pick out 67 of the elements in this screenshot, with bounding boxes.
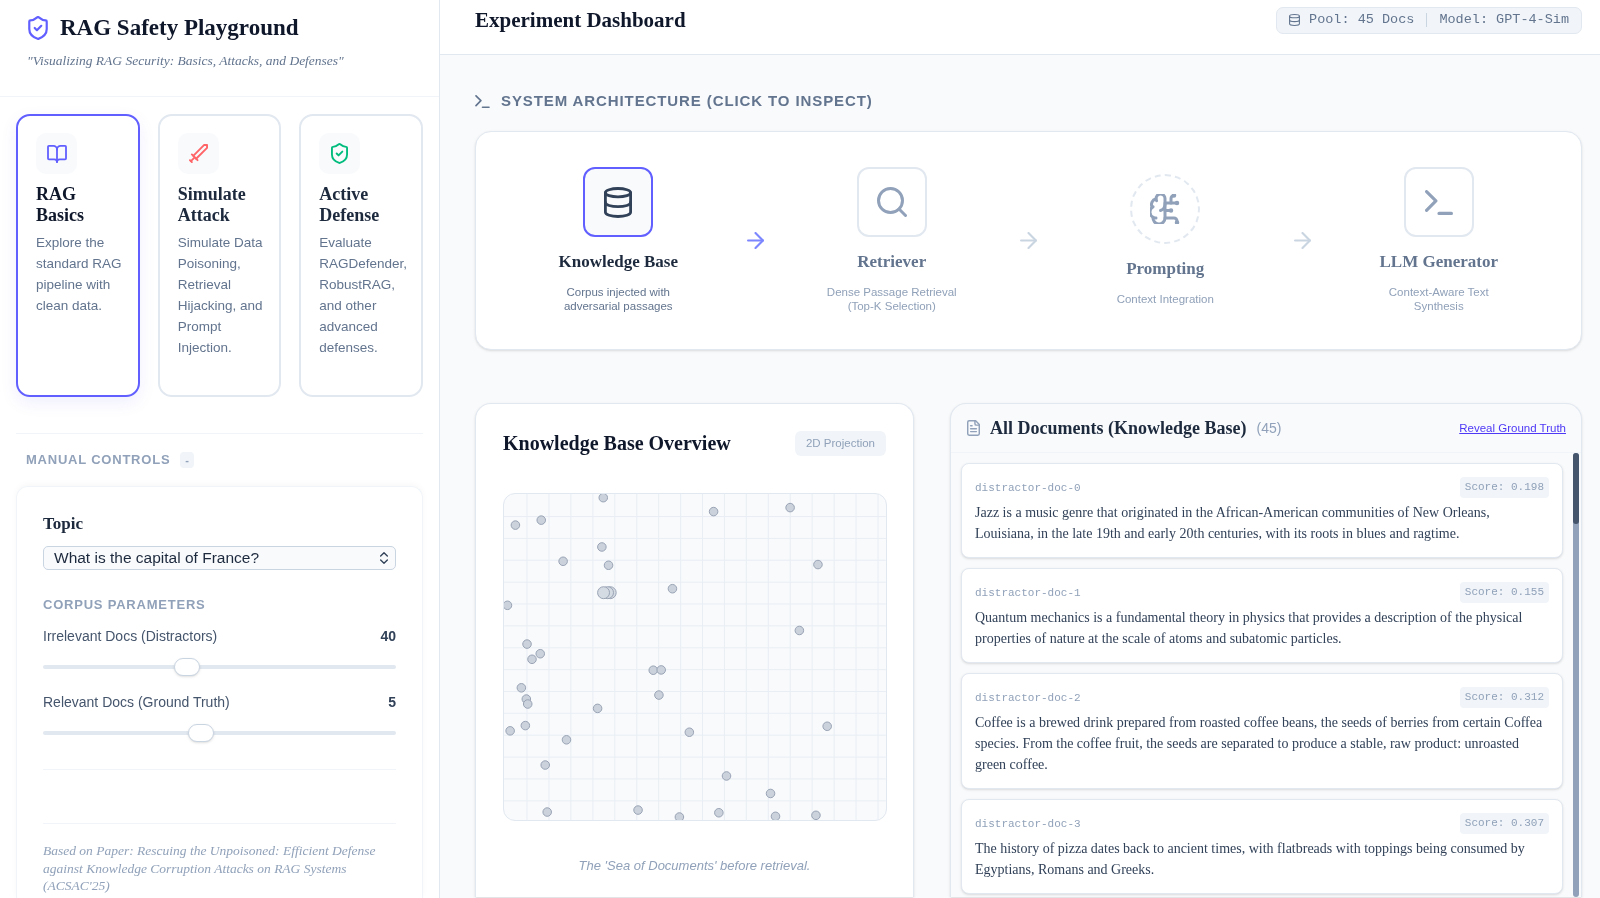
document-id: distractor-doc-1 [975,585,1081,600]
node-description: Context-Aware Text Synthesis [1387,286,1490,313]
sword-icon [177,133,219,174]
document-text: Coffee is a brewed drink prepared from roasted coffee beans, the seeds of berries from certain Coffea species. From the coffee fruit, the seeds are separated to produce a stable, raw product: unroasted green coffee. [975,714,1544,774]
node-title: Retriever [857,252,927,272]
paper-citation: Based on Paper: Rescuing the Unpoisoned: Efficient Defense against Knowledge Corruption Attacks on RAG Systems (ACSAC'25) [43,842,377,895]
projection-label: 2D Projection [794,430,886,456]
mode-card[interactable]: Simulate Attack Simulate Data Poisoning, Retrieval Hijacking, and Prompt Injection. [157,114,282,397]
panel-title: Knowledge Base Overview [503,431,731,456]
mode-description: Explore the standard RAG pipeline with clean data. [36,234,123,315]
section-label: CORPUS PARAMETERS [43,597,207,613]
slider-thumb[interactable] [188,724,215,742]
document-text: Quantum mechanics is a fundamental theory in physics that provides a description of the physical properties of nature at the scale of atoms and subatomic particles. [975,609,1524,648]
node-description: Dense Passage Retrieval (Top-K Selection) [825,286,958,313]
search-icon[interactable] [856,167,927,237]
terminal-icon [475,94,490,108]
relevance-score: Score: 0.198 [1459,477,1549,498]
document-text: The history of pizza dates back to ancient times, with flatbreads with toppings being consumed by Egyptians, Romans and Greeks. [975,840,1526,879]
shield-check-icon [28,16,48,40]
slider-value: 5 [388,693,396,711]
document-id: distractor-doc-3 [975,816,1081,831]
database-icon [1289,14,1301,26]
node-description: Corpus injected with adversarial passages [562,286,674,313]
mode-title: Active Defense [319,184,381,226]
node-title: Prompting [1126,259,1205,279]
shield-check-icon [319,133,361,174]
document-id: distractor-doc-0 [975,480,1081,495]
plot-caption: The 'Sea of Documents' before retrieval. [577,858,812,874]
document-count: (45) [1256,419,1282,437]
slider-label: Relevant Docs (Ground Truth) [43,693,230,711]
section-heading: SYSTEM ARCHITECTURE (CLICK TO INSPECT) [501,91,873,111]
book-icon [36,133,77,174]
app-title: RAG Safety Playground [60,14,299,42]
arrow-right-icon [1020,232,1037,249]
document-id: distractor-doc-2 [975,690,1081,705]
database-icon[interactable] [583,167,654,237]
mode-title: RAG Basics [36,184,85,226]
relevance-score: Score: 0.155 [1459,582,1549,603]
app-subtitle: "Visualizing RAG Security: Basics, Attacks, and Defenses" [27,52,345,70]
node-title: Knowledge Base [558,252,678,272]
document-text: Jazz is a music genre that originated in the African-American communities of New Orleans, Louisiana, in the late 19th and early 20th centuries, with its roots in blues and ragtime. [975,504,1491,543]
document-icon [967,420,980,436]
terminal-icon[interactable] [1403,167,1474,237]
arrow-right-icon [746,232,764,249]
scrollbar[interactable] [1573,453,1579,897]
reveal-ground-truth-link[interactable]: Reveal Ground Truth [1459,421,1566,435]
mode-card[interactable]: Active Defense Evaluate RAGDefender, RobustRAG, and other advanced defenses. [299,114,423,397]
chevron-up-down-icon [380,552,388,564]
node-description: Context Integration [1116,293,1214,307]
topic-select[interactable]: What is the capital of France? [43,546,396,570]
field-label: Topic [43,513,84,535]
slider-thumb[interactable] [173,658,200,676]
node-title: LLM Generator [1379,252,1498,272]
relevance-score: Score: 0.312 [1459,687,1549,708]
slider-label: Irrelevant Docs (Distractors) [43,627,218,645]
mode-title: Simulate Attack [177,184,247,226]
pool-size: Pool: 45 Docs [1309,11,1415,29]
relevance-score: Score: 0.307 [1459,813,1549,834]
section-label: MANUAL CONTROLS [26,451,171,469]
mode-card[interactable]: RAG Basics Explore the standard RAG pipeline with clean data. [16,114,140,397]
mode-description: Evaluate RAGDefender, RobustRAG, and other advanced defenses. [319,234,409,357]
page-title: Experiment Dashboard [475,7,686,33]
model-name: Model: GPT-4-Sim [1439,11,1569,29]
arrow-right-icon [1293,232,1311,249]
panel-title: All Documents (Knowledge Base) [990,417,1247,440]
slider-value: 40 [380,627,396,645]
mode-description: Simulate Data Poisoning, Retrieval Hijacking, and Prompt Injection. [177,234,264,357]
